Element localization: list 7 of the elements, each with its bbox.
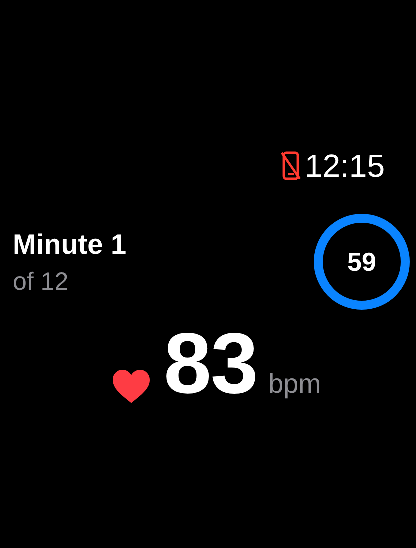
interval-count: of 12 — [13, 267, 70, 298]
clock-time: 12:15 — [304, 148, 385, 184]
heart-icon — [112, 370, 150, 404]
heart-rate-unit: bpm — [268, 369, 322, 400]
interval-title: Minute 1 — [13, 228, 127, 262]
countdown-seconds: 59 — [348, 246, 376, 278]
heart-rate-value: 83 — [164, 316, 258, 412]
